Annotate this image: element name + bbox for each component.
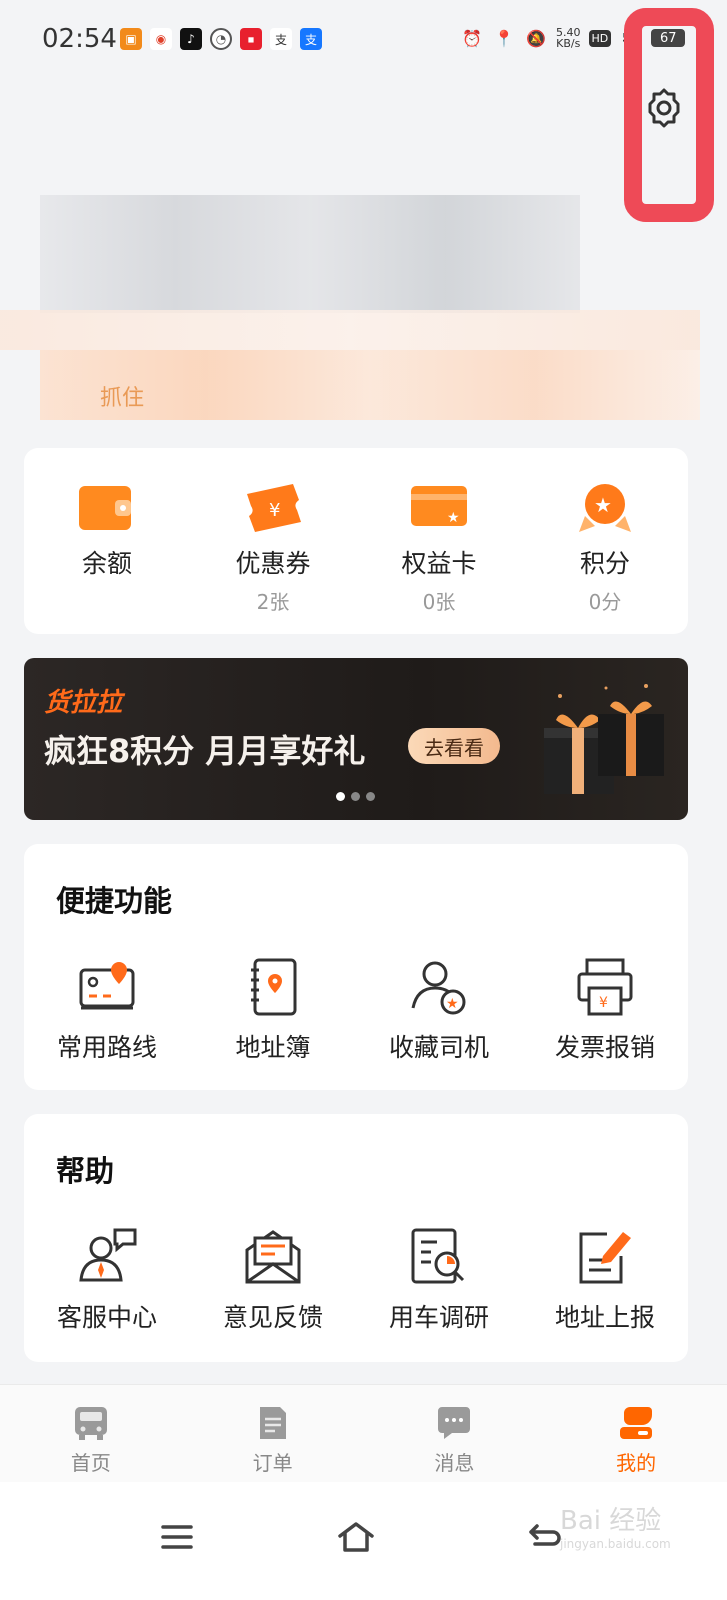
settings-gear-icon[interactable]: [642, 86, 686, 130]
shop-app-icon: ▣: [120, 28, 142, 50]
benefit-card-icon: ★: [411, 486, 467, 526]
tab-orders[interactable]: 订单: [213, 1385, 333, 1482]
grid-label: 客服中心: [56, 1303, 157, 1332]
wallet-icon: [79, 486, 131, 530]
tab-label: 首页: [70, 1451, 111, 1475]
profile-icon: [620, 1407, 653, 1439]
status-bar: 02:54 ▣ ◉ ♪ ◔ ◼ 支 支 ⏰ 📍 🔕 5.40 KB/s HD 5…: [0, 0, 727, 80]
section-title: 便捷功能: [56, 884, 173, 918]
help-section: 帮助 客服中心 意见反馈 用车调研 地址上报: [24, 1114, 688, 1362]
pagination-dot: [336, 792, 345, 801]
tab-mine[interactable]: 我的: [576, 1385, 696, 1482]
pagination-dot: [351, 792, 360, 801]
brand-logo: 货拉拉: [44, 688, 123, 718]
shortcuts-section: 便捷功能 常用路线 地址簿 ★ 收藏司机 ¥ 发票报销: [24, 844, 688, 1090]
customer-service-icon: [79, 1228, 137, 1282]
shortcut-address-book[interactable]: 地址簿: [198, 956, 348, 1064]
mute-bell-icon: 🔕: [526, 28, 546, 48]
wallet-sub: 2张: [256, 590, 290, 614]
shortcut-invoice[interactable]: ¥ 发票报销: [530, 956, 680, 1064]
watermark-text: Bai 经验: [560, 1506, 662, 1536]
watermark-sub: jingyan.baidu.com: [560, 1537, 671, 1551]
favorite-driver-icon: ★: [411, 961, 466, 1015]
svg-text:¥: ¥: [269, 500, 280, 521]
alipay-outline-icon: 支: [270, 28, 292, 50]
svg-text:★: ★: [447, 510, 460, 526]
grid-label: 地址上报: [554, 1303, 655, 1332]
help-feedback[interactable]: 意见反馈: [198, 1226, 348, 1334]
help-address-report[interactable]: 地址上报: [530, 1226, 680, 1334]
svg-text:★: ★: [594, 493, 612, 517]
net-speed-unit: KB/s: [556, 37, 581, 50]
invoice-printer-icon: ¥: [577, 958, 633, 1016]
wallet-label: 积分: [579, 549, 630, 578]
hd-badge: HD: [588, 29, 612, 47]
grid-label: 意见反馈: [222, 1303, 323, 1332]
menu-button[interactable]: [152, 1512, 202, 1562]
gift-box-icon: [544, 684, 664, 794]
menu-icon: [161, 1525, 193, 1549]
address-book-icon: [251, 958, 297, 1016]
tab-label: 消息: [434, 1451, 475, 1475]
profile-header-blurred[interactable]: 抓住: [0, 190, 727, 440]
message-icon: [438, 1407, 471, 1439]
browser-icon: ◔: [210, 28, 232, 50]
wallet-coupons[interactable]: ¥ 优惠券 2张: [203, 480, 343, 615]
grid-label: 常用路线: [56, 1033, 157, 1062]
wallet-balance[interactable]: 余额: [37, 480, 177, 586]
grid-label: 发票报销: [554, 1033, 655, 1062]
truck-icon: [74, 1407, 107, 1440]
shortcut-favorite-drivers[interactable]: ★ 收藏司机: [364, 956, 514, 1064]
help-customer-service[interactable]: 客服中心: [32, 1226, 182, 1334]
promo-banner[interactable]: 货拉拉 疯狂8积分 月月享好礼 去看看: [24, 658, 688, 820]
coupon-icon: ¥: [247, 484, 301, 532]
wallet-label: 优惠券: [235, 549, 311, 578]
svg-text:★: ★: [446, 996, 459, 1012]
grid-label: 用车调研: [388, 1303, 489, 1332]
weibo-icon: ◉: [150, 28, 172, 50]
bottom-tab-bar: 首页 订单 消息 我的: [0, 1384, 727, 1482]
wallet-label: 权益卡: [401, 549, 477, 578]
section-title: 帮助: [56, 1154, 115, 1188]
shortcut-common-routes[interactable]: 常用路线: [32, 956, 182, 1064]
status-time: 02:54: [42, 24, 117, 54]
tab-label: 订单: [252, 1451, 293, 1475]
survey-icon: [411, 1228, 465, 1284]
grid-label: 地址簿: [235, 1033, 311, 1062]
wallet-sub: 0张: [422, 590, 456, 614]
redbook-icon: ◼: [240, 28, 262, 50]
home-icon: [338, 1522, 374, 1552]
member-hint: 抓住: [100, 386, 145, 411]
net-speed: 5.40 KB/s: [556, 27, 581, 49]
back-icon: [529, 1524, 561, 1546]
help-survey[interactable]: 用车调研: [364, 1226, 514, 1334]
svg-text:¥: ¥: [599, 995, 608, 1011]
address-report-icon: [579, 1232, 631, 1284]
wallet-points[interactable]: ★ 积分 0分: [535, 480, 675, 615]
location-icon: 📍: [494, 28, 514, 48]
wallet-label: 余额: [81, 549, 132, 578]
alarm-icon: ⏰: [462, 28, 482, 48]
wallet-sub: 0分: [588, 590, 622, 614]
banner-title: 疯狂8积分 月月享好礼: [44, 732, 366, 770]
tab-messages[interactable]: 消息: [394, 1385, 514, 1482]
status-app-icons: ▣ ◉ ♪ ◔ ◼ 支 支: [120, 28, 322, 50]
route-map-icon: [79, 962, 135, 1010]
pagination-dot: [366, 792, 375, 801]
banner-go-button[interactable]: 去看看: [408, 728, 500, 764]
baidu-watermark: Bai 经验 jingyan.baidu.com: [560, 1500, 671, 1551]
order-icon: [259, 1407, 286, 1439]
alipay-icon: 支: [300, 28, 322, 50]
feedback-icon: [245, 1230, 301, 1284]
points-medal-icon: ★: [579, 484, 631, 532]
tiktok-icon: ♪: [180, 28, 202, 50]
banner-pagination: [336, 792, 375, 801]
tab-label: 我的: [616, 1451, 657, 1475]
wallet-benefit-cards[interactable]: ★ 权益卡 0张: [369, 480, 509, 615]
tab-home[interactable]: 首页: [31, 1385, 151, 1482]
grid-label: 收藏司机: [388, 1033, 489, 1062]
home-button[interactable]: [331, 1512, 381, 1562]
wallet-card: 余额 ¥ 优惠券 2张 ★ 权益卡 0张 ★ 积分 0分: [24, 448, 688, 634]
